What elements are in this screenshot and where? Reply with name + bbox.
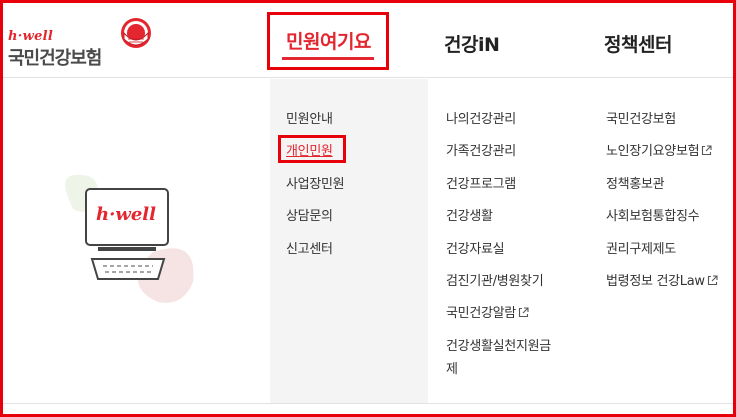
menu-item-nhis[interactable]: 국민건강보험 bbox=[606, 108, 676, 127]
external-link-icon bbox=[707, 275, 718, 286]
gnb-item-civil-service[interactable]: 민원여기요 bbox=[267, 12, 389, 70]
menu-item-my-health[interactable]: 나의건강관리 bbox=[446, 108, 516, 127]
menu-item-family-health[interactable]: 가족건강관리 bbox=[446, 140, 516, 159]
menu-item-integrated-collection[interactable]: 사회보험통합징수 bbox=[606, 205, 700, 224]
menu-item-policy-promo[interactable]: 정책홍보관 bbox=[606, 173, 665, 192]
menu-item-find-hospital[interactable]: 검진기관/병원찾기 bbox=[446, 270, 544, 289]
gnb-item-health-in[interactable]: 건강iN bbox=[444, 30, 500, 57]
menu-item-health-life[interactable]: 건강생활 bbox=[446, 205, 493, 224]
gnb-item-policy-center[interactable]: 정책센터 bbox=[604, 30, 672, 57]
menu-item-consultation[interactable]: 상담문의 bbox=[286, 205, 333, 224]
menu-item-health-program[interactable]: 건강프로그램 bbox=[446, 173, 516, 192]
selected-item-highlight bbox=[278, 135, 346, 163]
site-header: h·well 국민건강보험 민원여기요 건강iN 정책센터 bbox=[3, 3, 733, 78]
menu-item-health-data[interactable]: 건강자료실 bbox=[446, 238, 505, 257]
menu-item-rights-relief[interactable]: 권리구제제도 bbox=[606, 238, 676, 257]
menu-item-long-term-care[interactable]: 노인장기요양보험 bbox=[606, 140, 712, 159]
menu-item-health-subsidy[interactable]: 건강생활실천지원금 bbox=[446, 335, 551, 354]
active-underline bbox=[282, 57, 374, 60]
external-link-icon bbox=[702, 145, 712, 156]
menu-item-law-info[interactable]: 법령정보 건강Law bbox=[606, 270, 718, 289]
gnb-item-label: 민원여기요 bbox=[286, 31, 371, 53]
menu-item-report-center[interactable]: 신고센터 bbox=[286, 238, 333, 257]
menu-item-health-subsidy-wrap[interactable]: 제 bbox=[446, 358, 458, 377]
menu-item-label: 국민건강알람 bbox=[446, 306, 516, 321]
illustration-label: h·well bbox=[96, 204, 156, 225]
menu-item-label: 법령정보 건강Law bbox=[606, 274, 705, 289]
logo-brand-text: h·well bbox=[8, 29, 54, 44]
external-link-icon bbox=[518, 307, 529, 318]
submenu-illustration-panel: h·well bbox=[3, 79, 270, 403]
submenu-bottom-divider bbox=[3, 403, 733, 404]
mask-emblem-icon bbox=[121, 18, 151, 48]
logo-korean-text: 국민건강보험 bbox=[8, 48, 102, 69]
menu-item-workplace-civil[interactable]: 사업장민원 bbox=[286, 173, 345, 192]
menu-item-civil-guide[interactable]: 민원안내 bbox=[286, 108, 333, 127]
menu-item-health-alarm[interactable]: 국민건강알람 bbox=[446, 302, 529, 321]
monitor-illustration bbox=[65, 174, 194, 303]
site-logo[interactable]: h·well 국민건강보험 bbox=[8, 17, 158, 69]
menu-item-label: 노인장기요양보험 bbox=[606, 144, 700, 159]
